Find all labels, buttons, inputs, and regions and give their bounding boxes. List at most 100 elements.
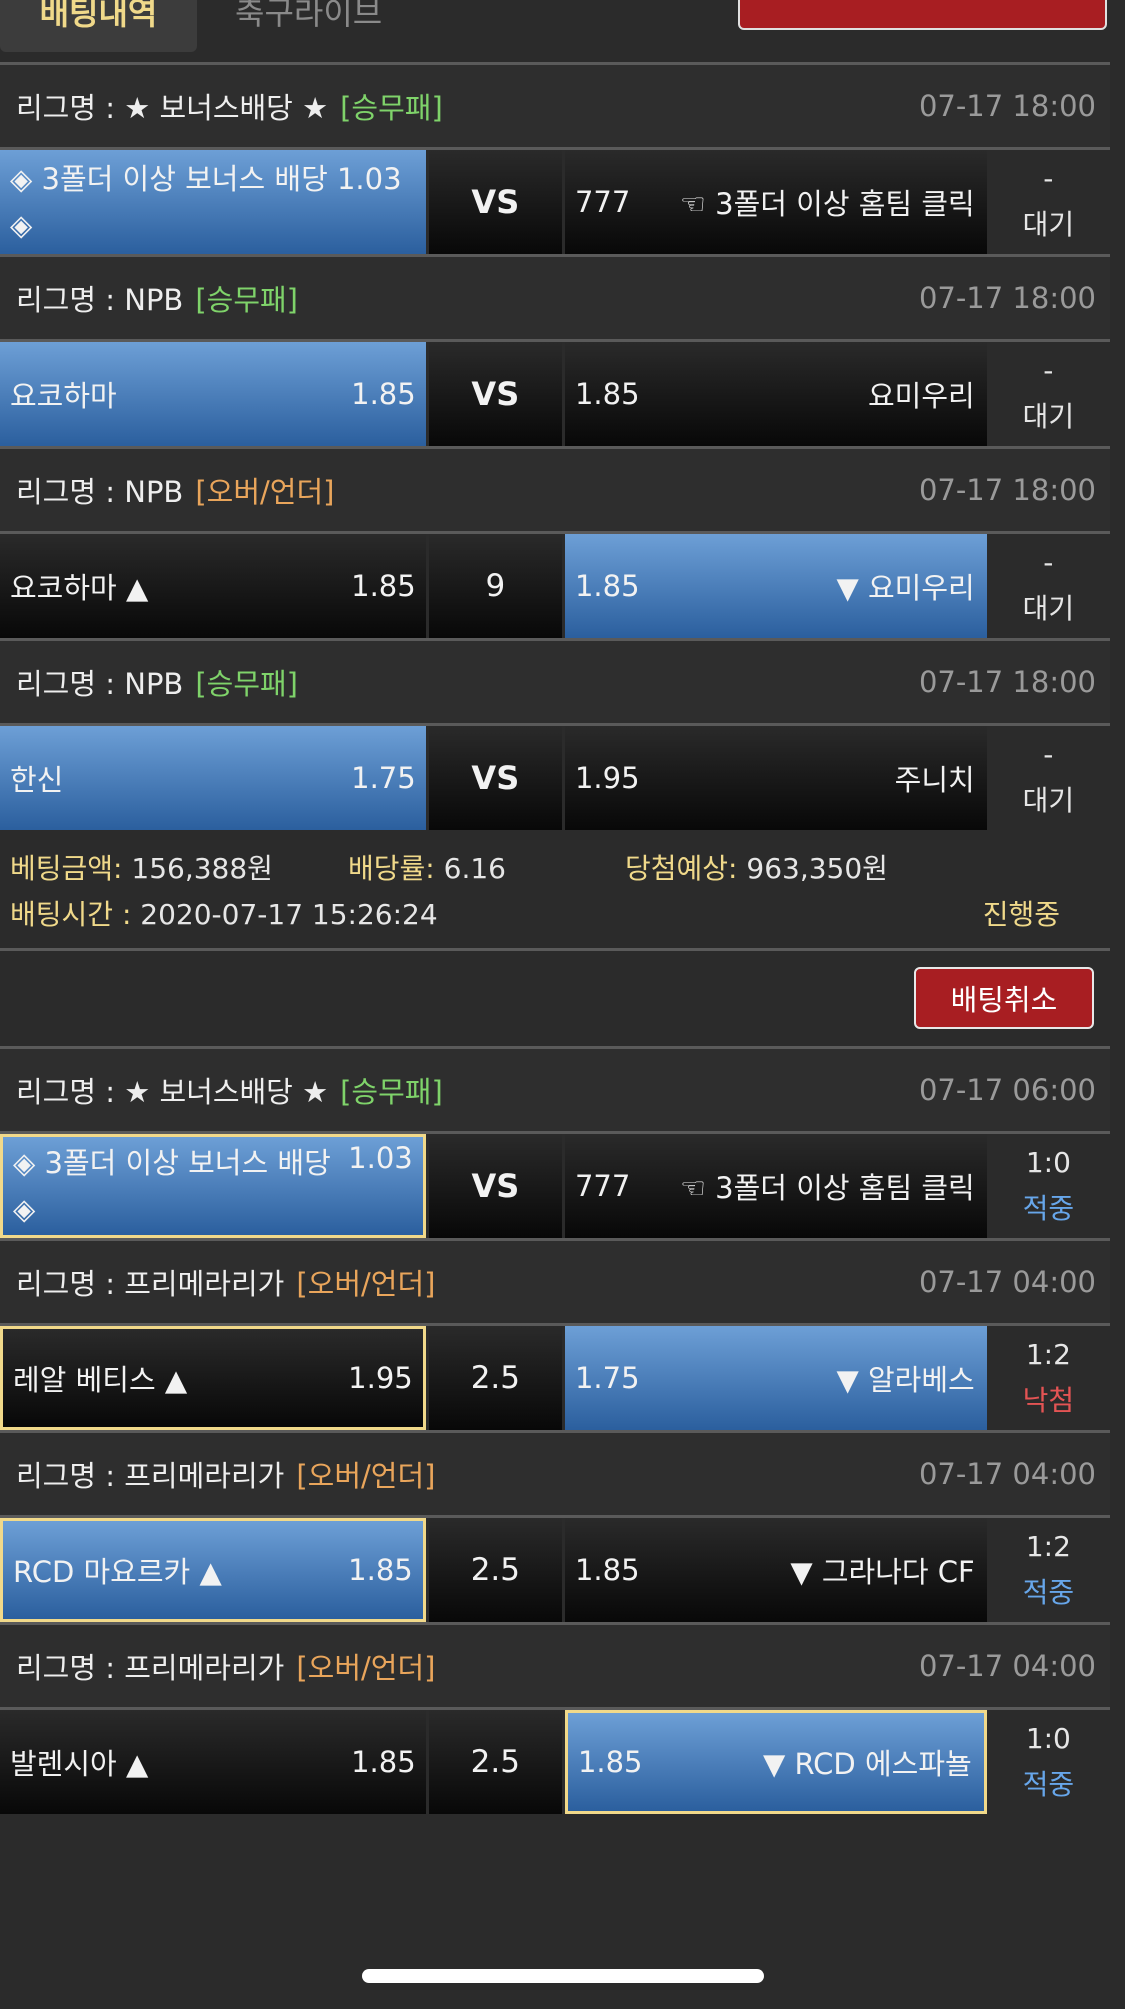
home-odds: 1.03: [348, 1141, 413, 1175]
away-pick[interactable]: 1.75 ▼ 알라베스: [564, 1326, 987, 1430]
bet-amount-label: 베팅금액:: [10, 852, 123, 885]
bet-type: [승무패]: [340, 1075, 443, 1109]
handicap-line: 2.5: [428, 1710, 562, 1814]
result-score: -: [1043, 738, 1054, 771]
odds-rate: 배당률: 6.16: [348, 847, 625, 887]
expected-win-value: 963,350원: [746, 852, 888, 885]
home-team: 한신: [10, 763, 64, 797]
away-team: ▼ 요미우리: [836, 571, 975, 605]
home-pick[interactable]: RCD 마요르카 ▲ 1.85: [0, 1518, 426, 1622]
away-odds: 777: [574, 185, 631, 219]
top-red-button[interactable]: [738, 0, 1107, 30]
league-header: 리그명 : 프리메라리가 [오버/언더] 07-17 04:00: [0, 1241, 1110, 1323]
league-name: 리그명 : 프리메라리가: [16, 1459, 285, 1493]
away-odds: 1.85: [574, 1553, 640, 1587]
home-indicator[interactable]: [362, 1969, 764, 1983]
home-team: 요코하마 ▲: [10, 571, 149, 605]
away-team: 주니치: [894, 763, 975, 797]
away-pick[interactable]: 1.95 주니치: [564, 726, 987, 830]
league-header: 리그명 : ★ 보너스배당 ★ [승무패] 07-17 18:00: [0, 65, 1110, 147]
result-score: -: [1043, 162, 1054, 195]
result: 1:2 적중: [987, 1518, 1110, 1622]
away-odds: 1.85: [577, 1745, 643, 1779]
bet-type: [승무패]: [195, 667, 298, 701]
cancel-bet-button[interactable]: 배팅취소: [914, 967, 1094, 1029]
bet-amount-value: 156,388원: [131, 852, 273, 885]
away-pick[interactable]: 777 ☜ 3폴더 이상 홈팀 클릭: [564, 150, 987, 254]
home-pick[interactable]: 요코하마 ▲ 1.85: [0, 534, 426, 638]
home-team: 발렌시아 ▲: [10, 1747, 149, 1781]
bet-row: ◈ 3폴더 이상 보너스 배당 ◈ 1.03 VS 777 ☜ 3폴더 이상 홈…: [0, 1134, 1110, 1238]
result-status: 대기: [1022, 784, 1075, 817]
result-score: 1:2: [1025, 1530, 1071, 1563]
league-header: 리그명 : NPB [승무패] 07-17 18:00: [0, 257, 1110, 339]
home-team: 요코하마: [10, 379, 117, 413]
expected-win-label: 당첨예상:: [625, 852, 738, 885]
league-name: 리그명 : ★ 보너스배당 ★: [16, 1075, 329, 1109]
league-name: 리그명 : NPB: [16, 283, 184, 317]
vs-label: VS: [428, 726, 562, 830]
tab-bet-history[interactable]: 배팅내역: [0, 0, 197, 52]
result: - 대기: [987, 534, 1110, 638]
result: 1:0 적중: [987, 1710, 1110, 1814]
bet-history-page: 배팅내역 축구라이브 리그명 : ★ 보너스배당 ★ [승무패] 07-17 18…: [0, 0, 1110, 1814]
bet-row: 한신 1.75 VS 1.95 주니치 - 대기: [0, 726, 1110, 830]
handicap-line: 9: [428, 534, 562, 638]
home-pick[interactable]: 레알 베티스 ▲ 1.95: [0, 1326, 426, 1430]
home-odds: 1.85: [351, 377, 416, 411]
home-team: ◈ 3폴더 이상 보너스 배당 1.03 ◈: [10, 162, 402, 242]
result-score: -: [1043, 354, 1054, 387]
home-pick[interactable]: 요코하마 1.85: [0, 342, 426, 446]
bet-type: [오버/언더]: [296, 1267, 436, 1301]
home-pick[interactable]: ◈ 3폴더 이상 보너스 배당 ◈ 1.03: [0, 1134, 426, 1238]
away-pick[interactable]: 777 ☜ 3폴더 이상 홈팀 클릭: [564, 1134, 987, 1238]
home-pick[interactable]: ◈ 3폴더 이상 보너스 배당 1.03 ◈: [0, 150, 426, 254]
match-time: 07-17 18:00: [918, 665, 1096, 699]
vs-label: VS: [428, 150, 562, 254]
bet-time-value: 2020-07-17 15:26:24: [140, 898, 438, 931]
result-status: 대기: [1022, 400, 1075, 433]
away-odds: 777: [574, 1169, 631, 1203]
result-status: 대기: [1022, 592, 1075, 625]
bet-type: [승무패]: [340, 91, 443, 125]
result-status: 낙첨: [1022, 1384, 1075, 1417]
home-pick[interactable]: 발렌시아 ▲ 1.85: [0, 1710, 426, 1814]
away-team: ▼ 알라베스: [836, 1363, 975, 1397]
home-team: 레알 베티스 ▲: [13, 1363, 188, 1397]
top-tabs: 배팅내역 축구라이브: [0, 0, 1110, 62]
away-odds: 1.75: [574, 1361, 640, 1395]
bet-row: ◈ 3폴더 이상 보너스 배당 1.03 ◈ VS 777 ☜ 3폴더 이상 홈…: [0, 150, 1110, 254]
result-status: 적중: [1022, 1576, 1075, 1609]
bet-time: 배팅시간 : 2020-07-17 15:26:24: [10, 893, 438, 933]
handicap-line: 2.5: [428, 1518, 562, 1622]
away-team: ☜ 3폴더 이상 홈팀 클릭: [679, 1171, 975, 1205]
home-pick[interactable]: 한신 1.75: [0, 726, 426, 830]
league-name: 리그명 : 프리메라리가: [16, 1651, 285, 1685]
home-team: ◈ 3폴더 이상 보너스 배당 ◈: [13, 1146, 331, 1226]
result-score: 1:2: [1025, 1338, 1071, 1371]
away-pick[interactable]: 1.85 ▼ 그라나다 CF: [564, 1518, 987, 1622]
league-header: 리그명 : 프리메라리가 [오버/언더] 07-17 04:00: [0, 1433, 1110, 1515]
away-pick[interactable]: 1.85 요미우리: [564, 342, 987, 446]
bet-type: [승무패]: [195, 283, 298, 317]
vs-label: VS: [428, 1134, 562, 1238]
result-status: 적중: [1022, 1768, 1075, 1801]
result: - 대기: [987, 150, 1110, 254]
bet-row: 요코하마 1.85 VS 1.85 요미우리 - 대기: [0, 342, 1110, 446]
away-odds: 1.95: [574, 761, 640, 795]
bet-time-label: 배팅시간 :: [10, 898, 132, 931]
away-pick[interactable]: 1.85 ▼ RCD 에스파뇰: [564, 1710, 987, 1814]
league-header: 리그명 : NPB [오버/언더] 07-17 18:00: [0, 449, 1110, 531]
result-score: -: [1043, 546, 1054, 579]
away-pick[interactable]: 1.85 ▼ 요미우리: [564, 534, 987, 638]
league-name: 리그명 : NPB: [16, 475, 184, 509]
away-odds: 1.85: [574, 569, 640, 603]
away-odds: 1.85: [574, 377, 640, 411]
bet-amount: 베팅금액: 156,388원: [10, 847, 348, 887]
tab-soccer-live[interactable]: 축구라이브: [235, 0, 455, 52]
home-odds: 1.85: [348, 1553, 413, 1587]
bet-status: 진행중: [982, 898, 1060, 931]
home-odds: 1.85: [351, 569, 416, 603]
result-score: 1:0: [1025, 1146, 1071, 1179]
match-time: 07-17 04:00: [918, 1457, 1096, 1491]
